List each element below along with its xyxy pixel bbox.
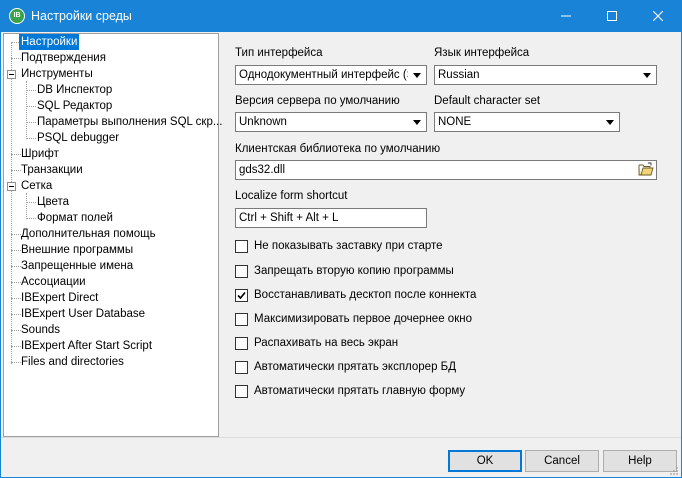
tree-item-after-start-script[interactable]: IBExpert After Start Script [19,338,154,354]
server-version-value: Unknown [239,116,287,128]
checkbox-label[interactable]: Автоматически прятать главную форму [254,385,465,397]
tree-item-settings[interactable]: Настройки [19,34,80,50]
folder-open-icon [638,162,654,176]
tree-item-sounds[interactable]: Sounds [19,322,62,338]
interface-language-value: Russian [438,69,480,81]
tree-item-font[interactable]: Шрифт [19,146,61,162]
client-library-input[interactable]: gds32.dll [235,160,657,180]
checkbox-row[interactable]: Автоматически прятать эксплорер БД [235,360,535,376]
maximize-icon [607,11,617,21]
resize-grip-icon[interactable] [669,466,679,476]
tree-item-field-format[interactable]: Формат полей [35,210,115,226]
checkbox-label[interactable]: Автоматически прятать эксплорер БД [254,361,456,373]
button-bar: OK Cancel Help [1,437,681,477]
interface-language-label: Язык интерфейса [434,47,530,59]
tree-item-files-directories[interactable]: Files and directories [19,354,126,370]
window-title: Настройки среды [31,9,132,23]
tree-collapse-toggle[interactable] [7,70,16,79]
chevron-down-icon[interactable] [602,113,619,131]
settings-panel: Тип интерфейса Однодокументный интерфейс… [223,33,681,437]
tree-item-sql-editor[interactable]: SQL Редактор [35,98,114,114]
tree-item-psql-debugger[interactable]: PSQL debugger [35,130,121,146]
default-charset-value: NONE [438,116,472,128]
checkbox-label[interactable]: Максимизировать первое дочернее окно [254,313,472,325]
checkbox[interactable] [235,313,248,326]
settings-tree[interactable]: Настройки Подтверждения Инструменты DB И… [3,33,222,437]
server-version-label: Версия сервера по умолчанию [235,95,400,107]
settings-window: IB Настройки среды Настройки Подтвержден… [0,0,682,478]
checkbox[interactable] [235,240,248,253]
localize-shortcut-value: Ctrl + Shift + Alt + L [239,212,339,224]
tree-item-forbidden-names[interactable]: Запрещенные имена [19,258,135,274]
checkbox-row[interactable]: Запрещать вторую копию программы [235,264,535,280]
tree-item-tools[interactable]: Инструменты [19,66,95,82]
checkbox-label[interactable]: Запрещать вторую копию программы [254,265,454,277]
localize-shortcut-label: Localize form shortcut [235,190,348,202]
ok-button[interactable]: OK [448,450,522,472]
chevron-down-icon[interactable] [409,66,426,84]
tree-item-db-inspector[interactable]: DB Инспектор [35,82,114,98]
interface-type-value: Однодокументный интерфейс (SD [239,69,408,81]
title-bar[interactable]: IB Настройки среды [1,1,681,32]
checkbox[interactable] [235,337,248,350]
maximize-button[interactable] [589,1,635,32]
close-icon [653,11,663,21]
tree-item-associations[interactable]: Ассоциации [19,274,88,290]
interface-type-label: Тип интерфейса [235,47,323,59]
cancel-button[interactable]: Cancel [525,450,599,472]
client-library-value: gds32.dll [239,164,286,176]
tree-item-external-programs[interactable]: Внешние программы [19,242,135,258]
checkbox[interactable] [235,361,248,374]
checkmark-icon [237,291,246,300]
open-folder-button[interactable] [638,162,655,178]
checkbox-row[interactable]: Не показывать заставку при старте [235,239,535,255]
tree-item-colors[interactable]: Цвета [35,194,71,210]
tree-item-transactions[interactable]: Транзакции [19,162,85,178]
tree-item-ibexpert-direct[interactable]: IBExpert Direct [19,290,100,306]
default-charset-select[interactable]: NONE [434,112,620,132]
checkbox-row[interactable]: Автоматически прятать главную форму [235,384,535,400]
tree-line [11,42,12,364]
checkbox-checked[interactable] [235,289,248,302]
default-charset-label: Default character set [434,95,541,107]
checkbox[interactable] [235,385,248,398]
checkbox-row[interactable]: Распахивать на весь экран [235,336,535,352]
interface-type-select[interactable]: Однодокументный интерфейс (SD [235,65,427,85]
tree-item-additional-help[interactable]: Дополнительная помощь [19,226,158,242]
checkbox-label[interactable]: Распахивать на весь экран [254,337,398,349]
minimize-button[interactable] [543,1,589,32]
checkbox-label[interactable]: Не показывать заставку при старте [254,240,443,252]
localize-shortcut-input[interactable]: Ctrl + Shift + Alt + L [235,208,427,228]
checkbox-row[interactable]: Максимизировать первое дочернее окно [235,312,535,328]
ibexpert-logo-icon: IB [9,8,25,24]
checkbox-row[interactable]: Восстанавливать десктоп после коннекта [235,288,535,304]
minimize-icon [561,15,571,17]
chevron-down-icon[interactable] [639,66,656,84]
tree-item-confirmations[interactable]: Подтверждения [19,50,108,66]
checkbox[interactable] [235,265,248,278]
checkbox-label[interactable]: Восстанавливать десктоп после коннекта [254,289,476,301]
help-button[interactable]: Help [603,450,677,472]
tree-collapse-toggle[interactable] [7,182,16,191]
tree-item-user-database[interactable]: IBExpert User Database [19,306,147,322]
chevron-down-icon[interactable] [409,113,426,131]
server-version-select[interactable]: Unknown [235,112,427,132]
tree-item-sql-script-params[interactable]: Параметры выполнения SQL скр... [35,114,224,130]
interface-language-select[interactable]: Russian [434,65,657,85]
client-library-label: Клиентская библиотека по умолчанию [235,143,441,155]
tree-line [26,193,27,217]
tree-item-grid[interactable]: Сетка [19,178,54,194]
close-button[interactable] [635,1,681,32]
